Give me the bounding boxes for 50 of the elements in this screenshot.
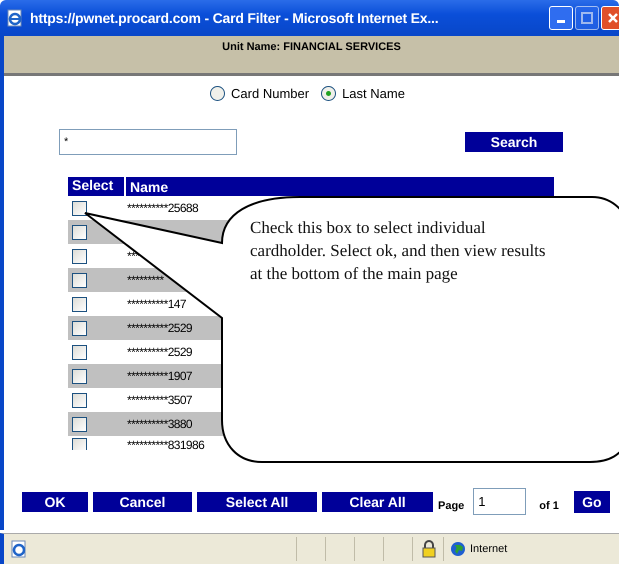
table-cell: **********25688	[127, 201, 198, 215]
table-cell: **********3507	[127, 393, 192, 407]
page-icon	[10, 540, 28, 558]
close-icon	[607, 12, 619, 24]
table-cell: *********	[127, 273, 164, 287]
browser-icon	[6, 9, 24, 27]
column-header: Name	[129, 178, 168, 194]
table-cell: **********3880	[127, 417, 192, 431]
callout-text: Check this box to select individual cardholder. Select ok, and then view results at the bottom of the main page	[250, 217, 547, 285]
search-field[interactable]: *	[59, 129, 237, 155]
maximize-button[interactable]	[575, 6, 599, 30]
maximize-icon	[581, 12, 593, 24]
radio-option[interactable]: Card Number	[210, 86, 310, 101]
checkbox[interactable]	[72, 416, 87, 432]
action-button[interactable]: Clear All	[322, 492, 433, 512]
search-button[interactable]: Search	[465, 132, 563, 152]
action-button[interactable]: OK	[22, 492, 88, 512]
table-cell: **********1907	[127, 369, 192, 383]
table-cell: **********147	[127, 297, 186, 311]
page-label: Page	[438, 500, 464, 512]
window-title: https://pwnet.procard.com - Card Filter - Microsoft Internet Ex...	[30, 10, 440, 26]
go-button[interactable]: Go	[574, 490, 610, 512]
checkbox[interactable]	[72, 272, 87, 288]
checkbox[interactable]	[72, 392, 87, 408]
checkbox[interactable]	[72, 320, 87, 336]
table-cell: **********831986	[127, 438, 204, 450]
page-count: of 1	[539, 500, 559, 512]
radio-button[interactable]	[210, 86, 226, 101]
radio-button[interactable]	[321, 86, 336, 101]
action-button[interactable]: Cancel	[93, 492, 192, 512]
checkbox[interactable]	[72, 248, 87, 264]
table-cell: **********2529	[127, 321, 192, 335]
lock-icon	[421, 540, 437, 558]
minimize-icon	[557, 20, 565, 23]
checkbox[interactable]	[72, 344, 87, 360]
zone-label: Internet	[470, 543, 508, 555]
radio-option[interactable]: Last Name	[321, 86, 405, 101]
checkbox[interactable]	[72, 224, 87, 240]
close-button[interactable]	[601, 6, 619, 30]
checkbox[interactable]	[72, 368, 87, 384]
minimize-button[interactable]	[549, 6, 573, 30]
globe-icon	[450, 541, 466, 557]
table-cell: **********2529	[127, 345, 192, 359]
unit-name: Unit Name: FINANCIAL SERVICES	[222, 41, 401, 55]
checkbox[interactable]	[72, 296, 87, 312]
column-header: Select	[68, 177, 126, 196]
checkbox[interactable]	[72, 200, 87, 216]
checkbox[interactable]	[72, 438, 87, 450]
action-button[interactable]: Select All	[197, 492, 317, 512]
page-field[interactable]: 1	[473, 488, 526, 515]
